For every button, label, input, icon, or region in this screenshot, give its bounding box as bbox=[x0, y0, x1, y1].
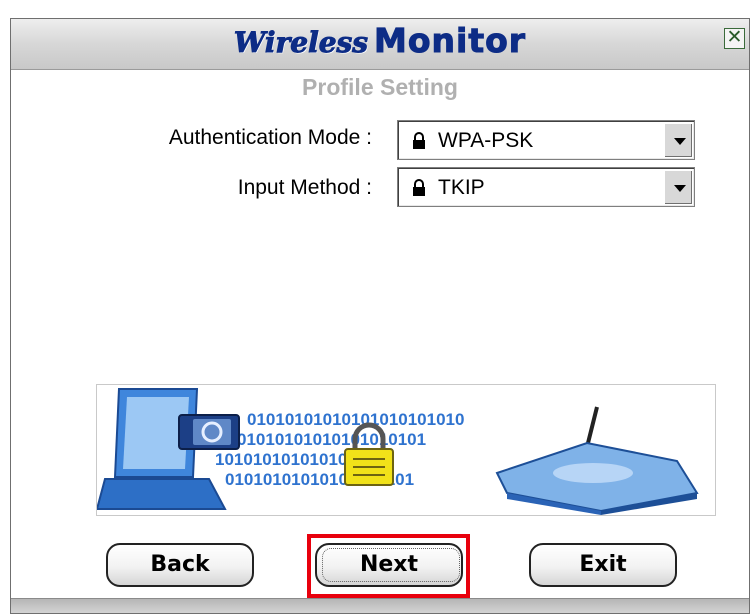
title-wireless: Wireless bbox=[233, 26, 369, 60]
authentication-mode-select[interactable]: WPA-PSK bbox=[397, 120, 695, 160]
chevron-down-icon[interactable] bbox=[664, 170, 692, 204]
input-method-label: Input Method : bbox=[237, 176, 372, 199]
focus-indicator bbox=[322, 548, 460, 582]
authentication-mode-value: WPA-PSK bbox=[438, 129, 534, 152]
wireless-monitor-window: Wireless Monitor ✕ Profile Setting Authen… bbox=[10, 18, 750, 614]
close-button[interactable]: ✕ bbox=[724, 28, 745, 49]
binary-row: 01010101010101010101 bbox=[237, 430, 426, 449]
input-method-value: TKIP bbox=[438, 176, 485, 199]
banner-illustration: 01010101010101010101010 0101010101010101… bbox=[95, 388, 699, 515]
page-subtitle: Profile Setting bbox=[302, 74, 458, 100]
binary-row: 01010101010101010101010 bbox=[247, 410, 464, 429]
exit-button[interactable]: Exit bbox=[529, 543, 677, 587]
security-banner: 01010101010101010101010 0101010101010101… bbox=[95, 384, 716, 516]
lock-icon bbox=[413, 132, 425, 149]
lock-icon bbox=[413, 179, 425, 196]
back-button[interactable]: Back bbox=[106, 543, 254, 587]
laptop-icon bbox=[95, 388, 240, 510]
window-bottom-border bbox=[11, 598, 749, 613]
router-icon bbox=[495, 406, 699, 515]
input-method-select[interactable]: TKIP bbox=[397, 167, 695, 207]
chevron-down-icon[interactable] bbox=[664, 123, 692, 157]
authentication-mode-label: Authentication Mode : bbox=[168, 126, 372, 149]
window-title: Wireless Monitor bbox=[11, 21, 749, 61]
title-monitor: Monitor bbox=[374, 21, 527, 61]
title-bar: Wireless Monitor ✕ bbox=[11, 19, 749, 70]
